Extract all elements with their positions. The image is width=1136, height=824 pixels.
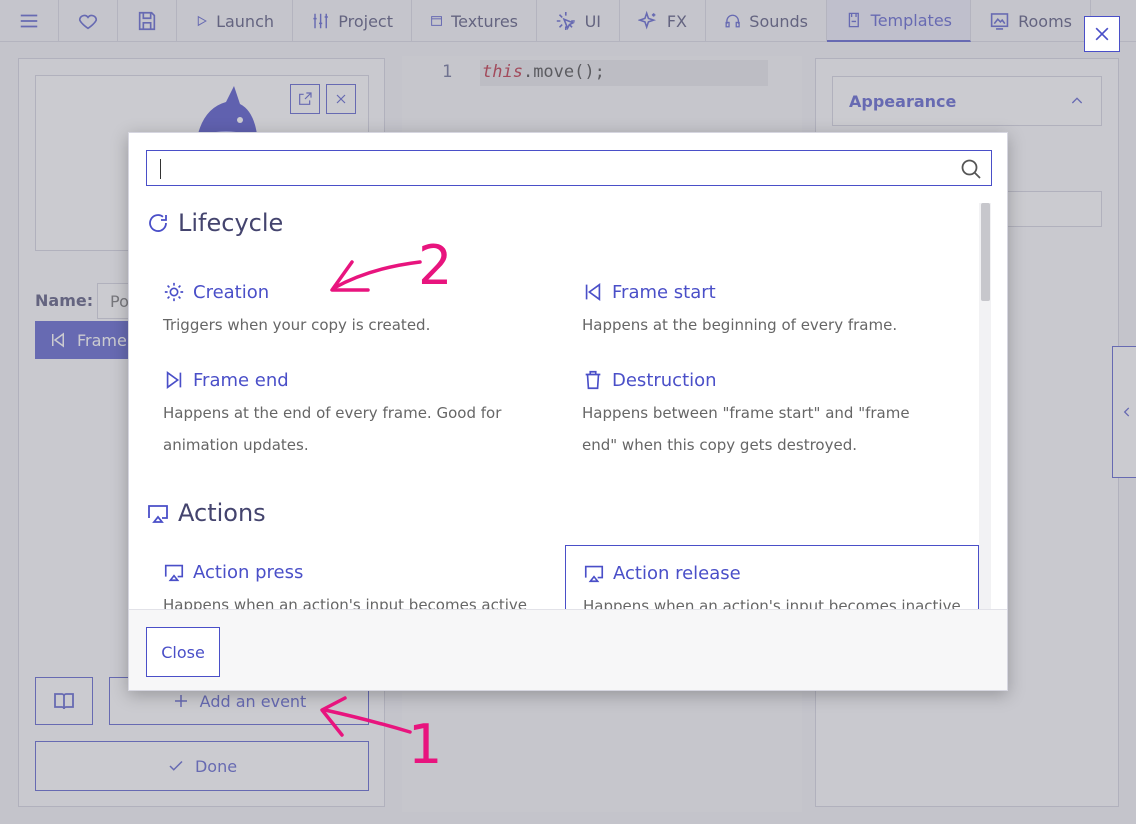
event-title: Destruction bbox=[612, 369, 717, 391]
skip-forward-icon bbox=[166, 371, 182, 389]
event-picker-modal: Lifecycle Creation Triggers when your co… bbox=[128, 132, 1008, 691]
section-lifecycle: Lifecycle bbox=[146, 209, 283, 237]
cast-icon bbox=[584, 565, 604, 583]
event-description: Triggers when your copy is created. bbox=[163, 316, 431, 334]
scrollbar-thumb[interactable] bbox=[981, 203, 990, 301]
event-option-frame-end[interactable]: Frame end Happens at the end of every fr… bbox=[146, 353, 546, 475]
refresh-icon bbox=[149, 214, 167, 232]
event-option-action-release[interactable]: Action release Happens when an action's … bbox=[565, 545, 979, 609]
skip-back-icon bbox=[585, 283, 601, 301]
cast-icon bbox=[148, 505, 168, 523]
event-option-frame-start[interactable]: Frame start Happens at the beginning of … bbox=[565, 265, 979, 355]
text-caret bbox=[160, 159, 161, 179]
event-option-creation[interactable]: Creation Triggers when your copy is crea… bbox=[146, 265, 560, 355]
event-description: Happens at the beginning of every frame. bbox=[582, 316, 898, 334]
event-title: Creation bbox=[193, 281, 270, 303]
event-title: Frame start bbox=[612, 281, 716, 303]
event-option-destruction[interactable]: Destruction Happens between "frame start… bbox=[565, 353, 965, 475]
search-icon bbox=[959, 157, 983, 181]
section-title: Actions bbox=[178, 499, 266, 527]
sun-icon bbox=[164, 282, 184, 302]
close-button[interactable]: Close bbox=[146, 627, 220, 677]
event-description: Happens when an action's input becomes i… bbox=[583, 597, 961, 609]
event-option-action-press[interactable]: Action press Happens when an action's in… bbox=[146, 545, 560, 610]
cast-icon bbox=[164, 564, 184, 582]
close-templates-button[interactable] bbox=[1084, 16, 1120, 52]
event-description: Happens at the end of every frame. Good … bbox=[163, 404, 502, 454]
event-list[interactable]: Lifecycle Creation Triggers when your co… bbox=[129, 201, 1007, 610]
section-actions: Actions bbox=[146, 499, 266, 527]
search-box[interactable] bbox=[146, 150, 992, 186]
close-icon bbox=[1095, 27, 1109, 41]
search-input[interactable] bbox=[159, 151, 949, 185]
event-title: Frame end bbox=[193, 369, 289, 391]
modal-footer: Close bbox=[129, 609, 1007, 690]
event-title: Action press bbox=[193, 561, 304, 583]
trash-icon bbox=[585, 370, 601, 390]
section-title: Lifecycle bbox=[178, 209, 284, 237]
event-title: Action release bbox=[613, 562, 741, 584]
event-description: Happens between "frame start" and "frame… bbox=[582, 404, 910, 454]
event-description: Happens when an action's input becomes a… bbox=[163, 596, 527, 609]
